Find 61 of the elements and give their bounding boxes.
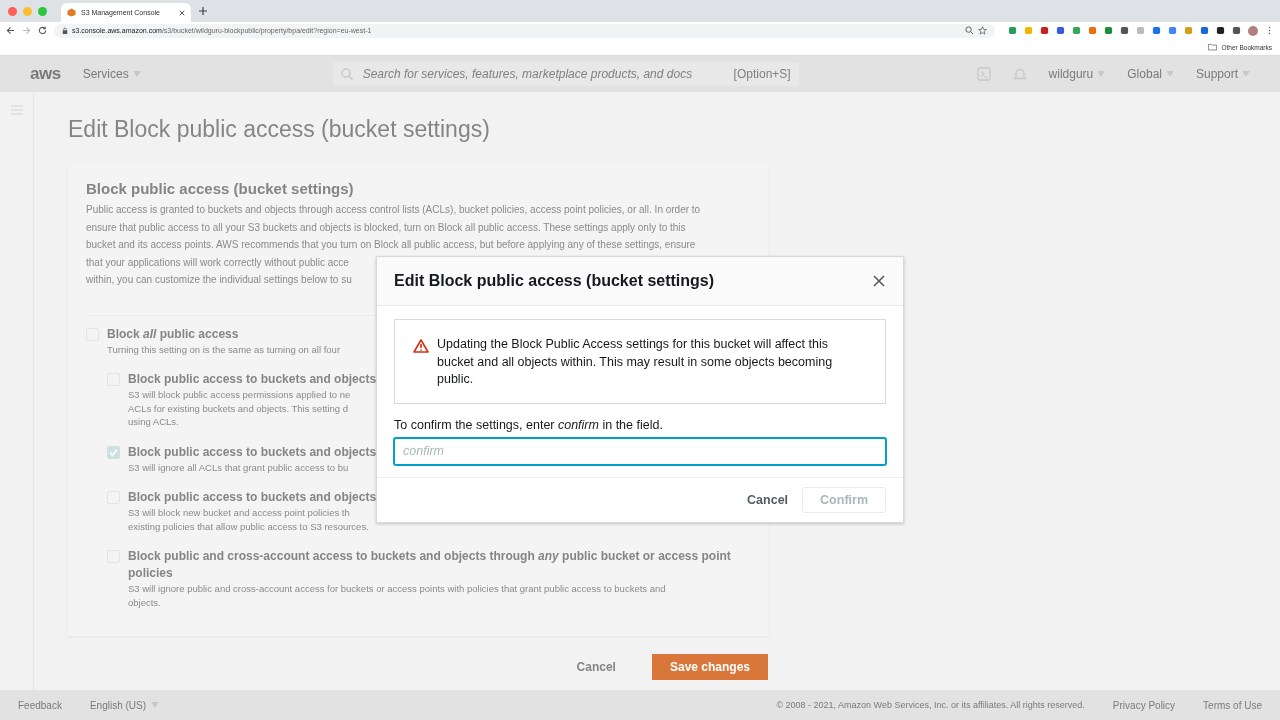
new-tab-icon[interactable] [199,7,207,15]
logo[interactable]: aws [30,64,61,84]
card-heading: Block public access (bucket settings) [86,180,354,197]
copyright-text: © 2008 - 2021, Amazon Web Services, Inc. or its affiliates. All rights reserved. [776,700,1085,710]
checkbox[interactable] [107,445,120,459]
star-icon[interactable] [978,26,987,35]
warning-icon [413,339,429,353]
description-line: Public access is granted to buckets and objects through access control lists (ACLs), bucket policies, access point policies, or all. In order to [86,203,701,217]
lock-icon [62,26,68,35]
privacy-policy-link[interactable]: Privacy Policy [1112,699,1176,711]
cancel-button[interactable]: Cancel [729,486,789,513]
setting-title: Block public access to buckets and objects [128,443,377,461]
description-line: ensure that public access to all your S3 buckets and objects is blocked, turn on Block all public access. These settings apply only to this [86,220,686,235]
language-menu[interactable]: English (US) [89,699,160,711]
confirm-input[interactable]: confirm [394,437,886,465]
zoom-icon[interactable] [965,26,974,35]
page-title: Edit Block public access (bucket settings) [68,116,491,143]
setting-description: existing policies that allow public access to S3 resources. [128,519,369,533]
description-line: that your applications will work correctly without public acce [86,255,349,270]
caret-icon [1242,71,1250,77]
caret-icon [1165,71,1174,77]
setting-title: Block all public access [107,325,239,343]
caret-icon [1097,71,1106,77]
search-icon [340,68,353,80]
description-line: bucket and its access points. AWS recommends that you turn on Block all public access, but before applying any of these settings, ensure [86,238,696,252]
shortcut-hint: [Option+S] [733,67,791,81]
dialog-title: Edit Block public access (bucket settings) [394,272,715,290]
account-menu[interactable]: wildguru [1048,67,1106,81]
close-window-icon[interactable] [8,6,17,16]
support-menu[interactable]: Support [1195,67,1250,81]
warning-text: Updating the Block Public Access settings for this bucket will affect this bucket and all objects within. This may result in some objects becoming public. [437,336,834,388]
close-icon[interactable] [873,275,885,287]
feedback-link[interactable]: Feedback [18,699,62,711]
save-changes-button[interactable]: Save changes [651,654,768,680]
cube-icon [67,8,76,17]
folder-icon [1208,43,1218,51]
setting-description: S3 will ignore all ACLs that grant public access to bu [128,460,349,474]
search-field[interactable]: Search for services, features, marketplace products, and docs [Option+S] [332,62,799,86]
caret-icon [151,702,160,708]
region-menu[interactable]: Global [1127,67,1174,81]
description-line: within, you can customize the individual settings below to su [86,273,352,287]
instruction-text: To confirm the settings, enter confirm in the field. [394,417,664,432]
setting-title: Block public and cross-account access to buckets and objects through any public bucket or access point policies [128,548,732,582]
setting-description: objects. [128,595,161,609]
caret-icon [132,71,141,77]
setting-description: Turning this setting on is the same as turning on all four [107,342,341,356]
reload-icon[interactable] [38,26,47,35]
setting-description: S3 will block new bucket and access point policies th [128,506,350,520]
forward-icon[interactable] [22,26,31,35]
setting-description: ACLs for existing buckets and objects. This setting d [128,401,349,415]
setting-title: Block public access to buckets and objects [128,371,377,388]
cancel-button[interactable]: Cancel [570,654,622,680]
close-icon[interactable] [179,9,185,16]
setting-title: Block public access to buckets and objects [128,489,377,506]
setting-description: S3 will ignore public and cross-account access for buckets or access points with policies that grant public access to buckets and [128,582,666,596]
setting-description: S3 will block public access permissions applied to ne [128,388,351,402]
services-menu[interactable]: Services [82,67,141,81]
avatar-icon[interactable] [1248,25,1258,36]
setting-description: using ACLs. [128,415,179,429]
terms-of-use-link[interactable]: Terms of Use [1203,699,1262,711]
back-icon[interactable] [6,26,15,35]
